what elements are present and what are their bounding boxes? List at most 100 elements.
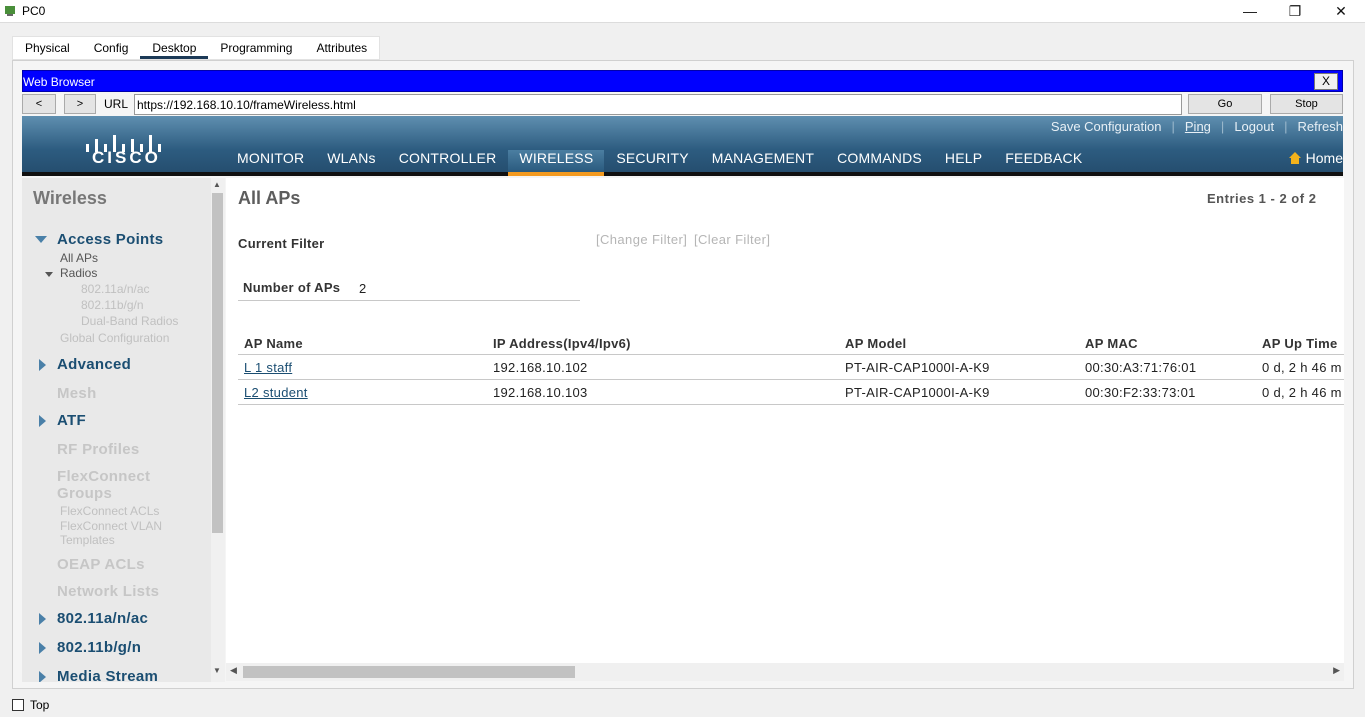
ap-name-cell: L2 student <box>244 385 308 400</box>
cisco-logo-text: CISCO <box>92 148 161 167</box>
sidebar-item-mesh[interactable]: Mesh <box>57 385 97 402</box>
browser-titlebar: Web Browser X <box>22 70 1343 92</box>
sidebar-scrollbar[interactable]: ▲ ▼ <box>211 178 225 682</box>
browser-close-button[interactable]: X <box>1314 73 1338 90</box>
sidebar-item-network-lists[interactable]: Network Lists <box>57 583 159 600</box>
refresh-link[interactable]: Refresh <box>1297 119 1343 134</box>
sidebar-item-atf[interactable]: ATF <box>57 412 86 429</box>
column-header-ap-name[interactable]: AP Name <box>244 336 303 351</box>
column-header-ip[interactable]: IP Address(Ipv4/Ipv6) <box>493 336 631 351</box>
stop-button[interactable]: Stop <box>1270 94 1343 114</box>
top-checkbox[interactable] <box>12 699 24 711</box>
sidebar-item-rf-profiles[interactable]: RF Profiles <box>57 441 139 458</box>
ap-name-cell: L 1 staff <box>244 360 292 375</box>
menu-management[interactable]: MANAGEMENT <box>712 150 814 172</box>
column-header-uptime[interactable]: AP Up Time <box>1262 336 1337 351</box>
top-checkbox-label: Top <box>30 698 50 712</box>
sidebar-item-flexconnect-vlan[interactable]: FlexConnect VLAN Templates <box>60 519 190 547</box>
tab-config[interactable]: Config <box>82 37 141 59</box>
link-separator: | <box>1284 119 1288 134</box>
horizontal-scroll-thumb[interactable] <box>243 666 575 678</box>
forward-button[interactable]: > <box>64 94 96 114</box>
mac-cell: 00:30:A3:71:76:01 <box>1085 360 1197 375</box>
scroll-up-icon[interactable]: ▲ <box>213 180 221 189</box>
save-configuration-link[interactable]: Save Configuration <box>1051 119 1162 134</box>
device-tabs: Physical Config Desktop Programming Attr… <box>12 36 381 60</box>
window-titlebar: PC0 — ❐ ✕ <box>0 0 1365 23</box>
sidebar-item-advanced[interactable]: Advanced <box>57 356 131 373</box>
ap-name-link[interactable]: L2 student <box>244 385 308 400</box>
number-of-aps-label: Number of APs <box>243 280 341 295</box>
collapse-icon[interactable] <box>35 236 47 243</box>
sidebar-item-band-b[interactable]: 802.11b/g/n <box>57 639 141 656</box>
pc-app-icon <box>5 6 15 16</box>
browser-title: Web Browser <box>23 75 95 89</box>
expand-icon[interactable] <box>39 613 46 625</box>
back-button[interactable]: < <box>22 94 56 114</box>
row-divider <box>238 404 1344 405</box>
menu-feedback[interactable]: FEEDBACK <box>1005 150 1082 172</box>
number-of-aps-value: 2 <box>359 281 367 296</box>
sidebar-item-radio-a[interactable]: 802.11a/n/ac <box>81 282 150 296</box>
restore-button[interactable]: ❐ <box>1272 0 1318 23</box>
sidebar-item-flexconnect-groups[interactable]: FlexConnect Groups <box>57 468 177 502</box>
expand-icon[interactable] <box>39 642 46 654</box>
minimize-button[interactable]: — <box>1227 0 1273 23</box>
current-filter-label: Current Filter <box>238 236 325 251</box>
link-separator: | <box>1220 119 1225 134</box>
ip-cell: 192.168.10.102 <box>493 360 588 375</box>
scroll-left-icon[interactable]: ◀ <box>230 665 237 676</box>
content-horizontal-scrollbar[interactable]: ◀ ▶ <box>226 663 1344 681</box>
logout-link[interactable]: Logout <box>1234 119 1274 134</box>
collapse-icon[interactable] <box>45 272 53 277</box>
divider <box>238 300 580 301</box>
sidebar-item-dual-band[interactable]: Dual-Band Radios <box>81 314 178 328</box>
sidebar-item-flexconnect-acls[interactable]: FlexConnect ACLs <box>60 504 159 518</box>
menu-commands[interactable]: COMMANDS <box>837 150 922 172</box>
menu-wlans[interactable]: WLANs <box>327 150 375 172</box>
menu-controller[interactable]: CONTROLLER <box>399 150 497 172</box>
wireless-sidebar: Wireless Access Points All APs Radios 80… <box>22 178 211 682</box>
scroll-right-icon[interactable]: ▶ <box>1333 665 1340 676</box>
close-window-button[interactable]: ✕ <box>1318 0 1364 23</box>
menu-security[interactable]: SECURITY <box>616 150 688 172</box>
sidebar-item-all-aps[interactable]: All APs <box>60 251 98 265</box>
sidebar-item-band-a[interactable]: 802.11a/n/ac <box>57 610 148 627</box>
menu-help[interactable]: HELP <box>945 150 982 172</box>
tab-physical[interactable]: Physical <box>13 37 82 59</box>
url-label: URL <box>104 97 129 111</box>
sidebar-item-global-config[interactable]: Global Configuration <box>60 331 169 345</box>
menu-monitor[interactable]: MONITOR <box>237 150 304 172</box>
ping-link[interactable]: Ping <box>1185 119 1211 134</box>
tab-desktop[interactable]: Desktop <box>140 37 209 59</box>
tab-programming[interactable]: Programming <box>208 37 304 59</box>
url-input[interactable] <box>134 94 1182 115</box>
sidebar-item-media-stream[interactable]: Media Stream <box>57 668 158 682</box>
menu-wireless[interactable]: WIRELESS <box>508 150 605 176</box>
sidebar-item-radio-b[interactable]: 802.11b/g/n <box>81 298 144 312</box>
sidebar-item-oeap-acls[interactable]: OEAP ACLs <box>57 556 145 573</box>
column-header-mac[interactable]: AP MAC <box>1085 336 1138 351</box>
expand-icon[interactable] <box>39 671 46 682</box>
expand-icon[interactable] <box>39 359 46 371</box>
clear-filter-link[interactable]: [Clear Filter] <box>694 232 770 247</box>
home-link[interactable]: Home <box>1288 150 1343 166</box>
ip-cell: 192.168.10.103 <box>493 385 588 400</box>
sidebar-scroll-thumb[interactable] <box>212 193 223 533</box>
ap-name-link[interactable]: L 1 staff <box>244 360 292 375</box>
main-content: All APs Entries 1 - 2 of 2 Current Filte… <box>226 178 1344 663</box>
tab-attributes[interactable]: Attributes <box>304 37 379 59</box>
sidebar-item-radios[interactable]: Radios <box>60 266 97 280</box>
go-button[interactable]: Go <box>1188 94 1262 114</box>
entries-count: Entries 1 - 2 of 2 <box>1207 191 1317 206</box>
change-filter-link[interactable]: [Change Filter] <box>596 232 687 247</box>
scroll-down-icon[interactable]: ▼ <box>213 666 221 675</box>
mac-cell: 00:30:F2:33:73:01 <box>1085 385 1196 400</box>
main-menu: MONITOR WLANs CONTROLLER WIRELESS SECURI… <box>237 150 1105 176</box>
sidebar-item-access-points[interactable]: Access Points <box>57 231 163 248</box>
expand-icon[interactable] <box>39 415 46 427</box>
page-title: All APs <box>238 188 301 208</box>
sidebar-heading: Wireless <box>33 188 107 208</box>
window-title: PC0 <box>22 4 46 18</box>
column-header-model[interactable]: AP Model <box>845 336 906 351</box>
